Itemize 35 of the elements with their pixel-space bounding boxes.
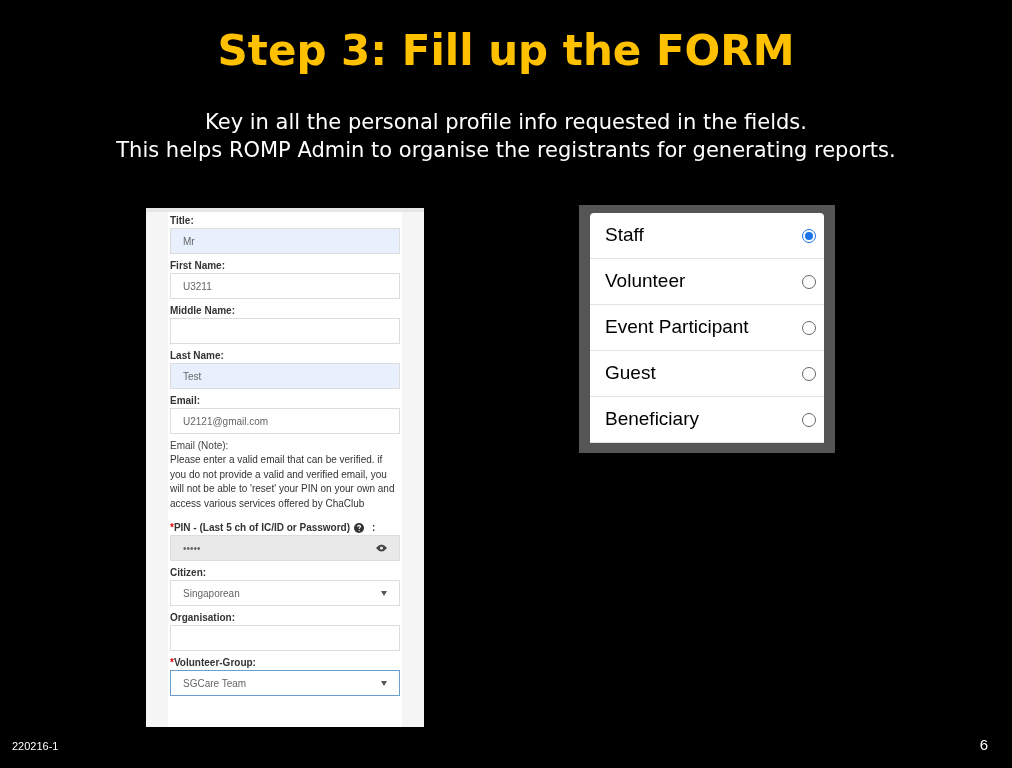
field-label: Email: bbox=[170, 394, 200, 407]
slide-code: 220216-1 bbox=[12, 738, 59, 754]
field-label: Citizen: bbox=[170, 566, 207, 579]
field-label: *Volunteer-Group: bbox=[170, 656, 256, 669]
subtitle-line: This helps ROMP Admin to organise the registrants for generating reports. bbox=[115, 137, 897, 164]
role-option[interactable]: Volunteer bbox=[590, 259, 824, 305]
field-label: First Name: bbox=[170, 259, 225, 272]
input-field[interactable]: U2121@gmail.com bbox=[170, 408, 400, 434]
email-note: Please enter a valid email that can be verified. if you do not provide a valid and verified email, you will not be able to 'reset' your PIN on your own and access various services offered by ChaClub bbox=[170, 453, 396, 511]
field-label: Title: bbox=[170, 214, 194, 227]
role-option[interactable]: Staff bbox=[590, 213, 824, 259]
input-field[interactable]: Test bbox=[170, 363, 400, 389]
field-label: Organisation: bbox=[170, 611, 235, 624]
role-option[interactable]: Guest bbox=[590, 351, 824, 397]
field-label: Last Name: bbox=[170, 349, 224, 362]
input-field[interactable]: U3211 bbox=[170, 273, 400, 299]
field-label: *PIN - (Last 5 ch of IC/ID or Password) bbox=[170, 521, 351, 534]
page-number: 6 bbox=[979, 734, 988, 755]
input-field[interactable]: Mr bbox=[170, 228, 400, 254]
subtitle-line: Key in all the personal profile info requested in the fields. bbox=[204, 109, 808, 136]
input-field[interactable] bbox=[170, 318, 400, 344]
field-label: Middle Name: bbox=[170, 304, 235, 317]
slide-title: Step 3: Fill up the FORM bbox=[216, 25, 796, 77]
input-field[interactable] bbox=[170, 625, 400, 651]
eye-icon bbox=[376, 544, 387, 552]
dropdown-icon bbox=[381, 590, 387, 596]
password-field[interactable]: ••••• bbox=[170, 535, 400, 561]
role-option[interactable]: Beneficiary bbox=[590, 397, 824, 443]
label-colon: : bbox=[372, 521, 376, 534]
note-label: Email (Note): bbox=[170, 439, 230, 453]
select-field[interactable]: Singaporean bbox=[170, 580, 400, 606]
dropdown-icon bbox=[381, 680, 387, 686]
select-field[interactable]: SGCare Team bbox=[170, 670, 400, 696]
help-icon bbox=[354, 522, 365, 533]
role-option[interactable]: Event Participant bbox=[590, 305, 824, 351]
